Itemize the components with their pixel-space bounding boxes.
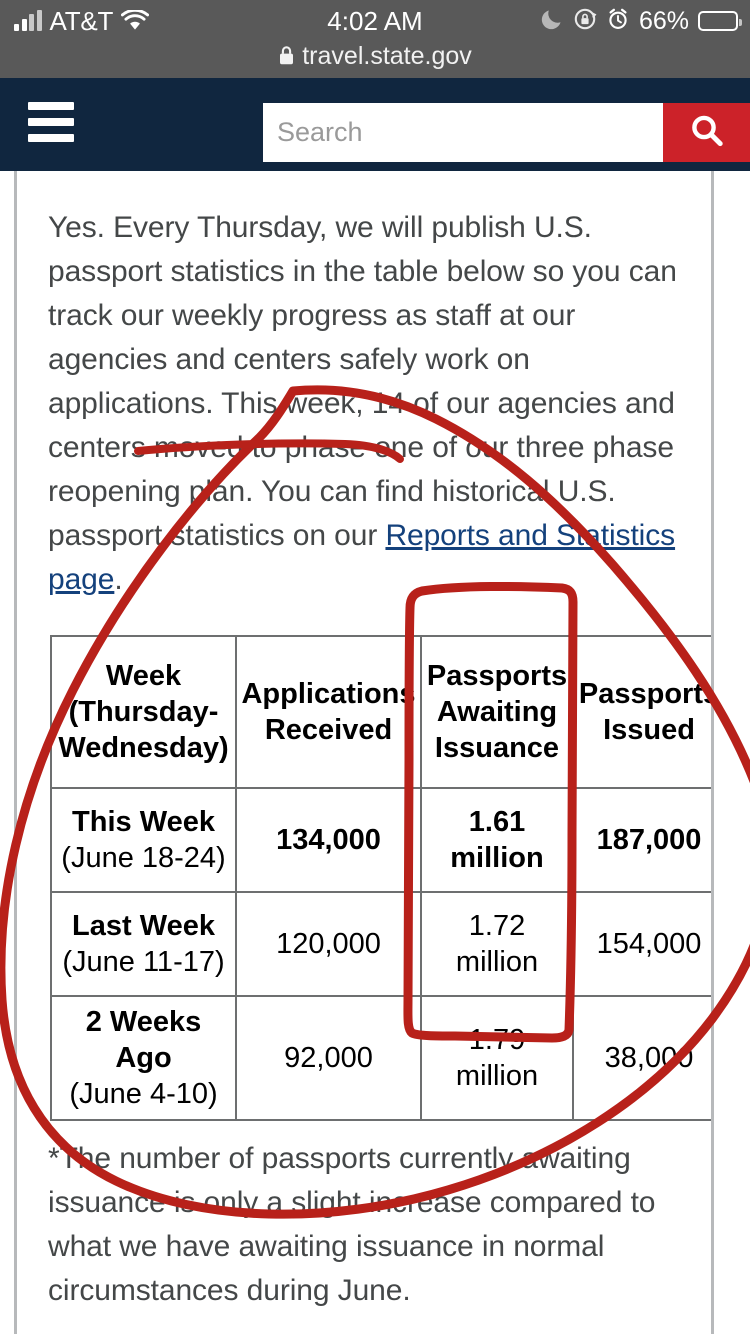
padlock-icon	[278, 40, 295, 76]
awaiting-issuance-unit: million	[450, 842, 544, 874]
cell-week: This Week (June 18-24)	[50, 787, 237, 893]
footnote-paragraph: *The number of passports currently await…	[48, 1142, 656, 1307]
search-submit-button[interactable]	[663, 103, 750, 162]
intro-text-before-link: Yes. Every Thursday, we will publish U.S…	[48, 211, 677, 552]
intro-paragraph: Yes. Every Thursday, we will publish U.S…	[17, 171, 711, 602]
question-heading: 4. Why can't employees work on passport …	[17, 1313, 711, 1334]
search-input[interactable]	[263, 103, 663, 162]
page-content-area: Yes. Every Thursday, we will publish U.S…	[14, 171, 714, 1334]
magnifying-glass-icon	[687, 111, 727, 154]
passport-statistics-table: Week (Thursday-Wednesday) Applications R…	[50, 635, 711, 1121]
cell-applications-received: 120,000	[235, 891, 422, 997]
alarm-clock-icon	[606, 7, 630, 36]
table-row: 2 Weeks Ago (June 4-10) 92,000 1.79 mill…	[50, 995, 711, 1121]
awaiting-issuance-unit: million	[455, 946, 539, 978]
url-text: travel.state.gov	[302, 42, 472, 70]
hamburger-menu-icon[interactable]	[28, 102, 74, 146]
rotation-lock-icon	[573, 7, 597, 36]
do-not-disturb-moon-icon	[540, 7, 564, 36]
week-label: Last Week	[72, 910, 215, 942]
hamburger-bar	[28, 102, 74, 110]
table-row: Last Week (June 11-17) 120,000 1.72 mill…	[50, 891, 711, 997]
week-label: 2 Weeks Ago	[85, 1006, 202, 1074]
cell-passports-issued: 154,000	[572, 891, 711, 997]
cell-applications-received: 134,000	[235, 787, 422, 893]
hamburger-bar	[28, 118, 74, 126]
cell-week: Last Week (June 11-17)	[50, 891, 237, 997]
awaiting-issuance-value: 1.72	[468, 910, 526, 942]
battery-icon	[698, 11, 742, 31]
column-header-passports-awaiting-issuance: Passports Awaiting Issuance	[420, 635, 574, 789]
awaiting-issuance-value: 1.61	[468, 806, 526, 838]
status-bar-right-group: 66%	[540, 4, 742, 38]
week-dates: (June 4-10)	[69, 1078, 218, 1110]
week-label: This Week	[72, 806, 215, 838]
cell-awaiting-issuance: 1.79 million	[420, 995, 574, 1121]
ios-status-bar: AT&T 4:02 AM 66% travel.state.gov	[0, 0, 750, 78]
cell-awaiting-issuance: 1.72 million	[420, 891, 574, 997]
battery-percent-label: 66%	[638, 7, 689, 35]
hamburger-bar	[28, 134, 74, 142]
cell-passports-issued: 187,000	[572, 787, 711, 893]
cell-applications-received: 92,000	[235, 995, 422, 1121]
awaiting-issuance-value: 1.79	[468, 1024, 526, 1056]
cell-week: 2 Weeks Ago (June 4-10)	[50, 995, 237, 1121]
cell-passports-issued: 38,000	[572, 995, 711, 1121]
intro-text-after-link: .	[114, 563, 123, 596]
column-header-applications-received: Applications Received	[235, 635, 422, 789]
awaiting-issuance-unit: million	[455, 1060, 539, 1092]
week-dates: (June 11-17)	[62, 946, 225, 978]
column-header-passports-issued: Passports Issued	[572, 635, 711, 789]
table-header-row: Week (Thursday-Wednesday) Applications R…	[50, 635, 711, 789]
column-header-week: Week (Thursday-Wednesday)	[50, 635, 237, 789]
search-bar	[263, 103, 750, 162]
table-row: This Week (June 18-24) 134,000 1.61 mill…	[50, 787, 711, 893]
week-dates: (June 18-24)	[61, 842, 226, 874]
browser-url-bar[interactable]: travel.state.gov	[0, 38, 750, 76]
cell-awaiting-issuance: 1.61 million	[420, 787, 574, 893]
